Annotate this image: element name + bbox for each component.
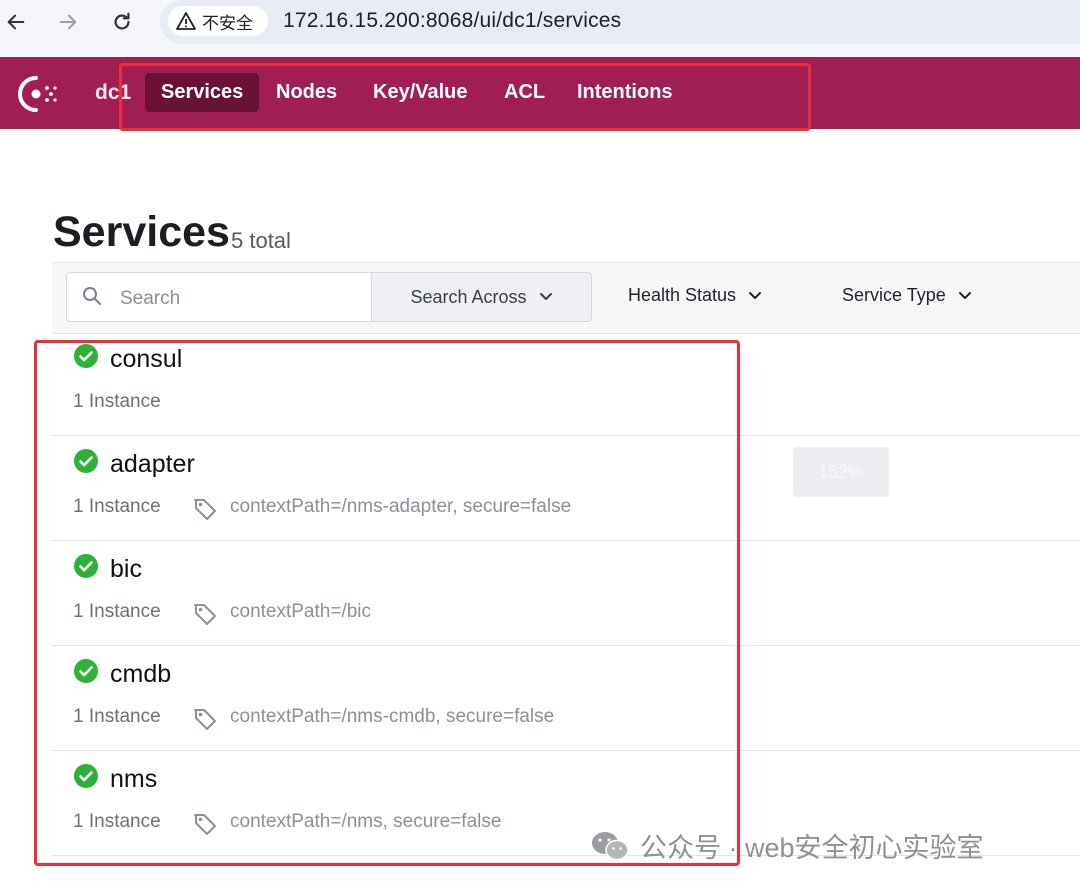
chevron-down-icon (749, 291, 762, 299)
consul-logo-icon[interactable] (16, 74, 60, 114)
url-text[interactable]: 172.16.15.200:8068/ui/dc1/services (283, 9, 621, 33)
back-button[interactable] (0, 8, 32, 36)
arrow-right-icon (59, 14, 77, 30)
service-count: 5 total (231, 228, 291, 253)
wechat-icon (592, 831, 629, 860)
search-across-label: Search Across (410, 286, 527, 307)
browser-toolbar: 不安全 172.16.15.200:8068/ui/dc1/services (0, 0, 1080, 56)
security-chip[interactable]: 不安全 (168, 6, 268, 36)
watermark-text: 公众号 · web安全初心实验室 (640, 833, 984, 863)
service-type-label: Service Type (842, 285, 946, 305)
search-input[interactable] (118, 284, 362, 314)
arrow-left-icon (7, 14, 25, 30)
reload-button[interactable] (106, 8, 138, 36)
ghost-button[interactable]: 152% (793, 447, 889, 497)
nav-highlight-box (119, 63, 811, 131)
watermark: 公众号 · web安全初心实验室 (590, 826, 984, 865)
security-label: 不安全 (202, 13, 253, 33)
health-status-label: Health Status (628, 285, 737, 305)
page-title: Services (53, 208, 230, 256)
search-icon (83, 287, 101, 305)
reload-icon (114, 12, 130, 30)
warning-icon (176, 12, 196, 30)
chevron-down-icon (539, 293, 552, 300)
search-across-dropdown[interactable]: Search Across (372, 272, 592, 322)
forward-button[interactable] (52, 8, 84, 36)
service-type-dropdown[interactable]: Service Type (842, 285, 972, 306)
chevron-down-icon (958, 291, 971, 299)
services-highlight-box (34, 340, 740, 866)
health-status-dropdown[interactable]: Health Status (628, 285, 762, 306)
